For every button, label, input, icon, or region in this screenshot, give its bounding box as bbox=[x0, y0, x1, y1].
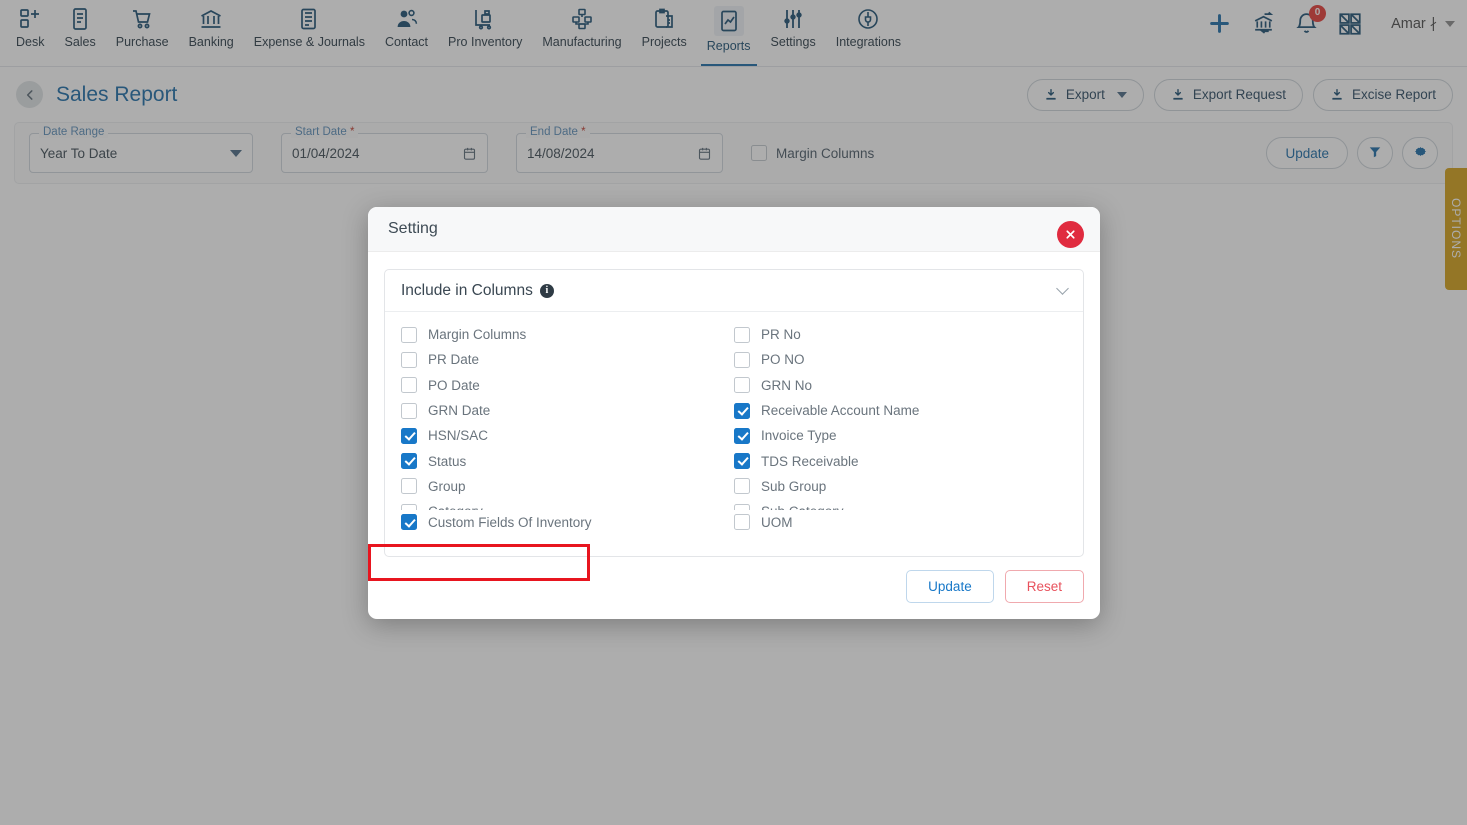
checkbox-label: PO NO bbox=[761, 352, 805, 368]
checkbox-box bbox=[401, 351, 417, 368]
checkbox-box bbox=[734, 326, 750, 343]
checkbox-po-no[interactable]: PO NO bbox=[734, 347, 1067, 372]
checkbox-box bbox=[734, 478, 750, 495]
checkbox-label: Margin Columns bbox=[428, 327, 527, 343]
modal-update-button[interactable]: Update bbox=[906, 569, 994, 603]
checkbox-label: GRN No bbox=[761, 377, 813, 393]
pinned-right-col: UOM bbox=[734, 510, 1067, 535]
checkbox-group[interactable]: Group bbox=[401, 474, 734, 499]
checkbox-box bbox=[734, 377, 750, 394]
checkbox-box bbox=[401, 478, 417, 495]
pinned-left-col: Custom Fields Of Inventory bbox=[401, 510, 734, 535]
checkbox-label: Invoice Type bbox=[761, 428, 837, 444]
checkbox-box bbox=[401, 402, 417, 419]
accordion-header[interactable]: Include in Columns i bbox=[385, 270, 1083, 312]
checkbox-tds-receivable[interactable]: TDS Receivable bbox=[734, 448, 1067, 473]
checkbox-label: PO Date bbox=[428, 377, 480, 393]
modal-footer: Update Reset bbox=[368, 559, 1100, 619]
checkbox-label: Custom Fields Of Inventory bbox=[428, 514, 592, 530]
modal-reset-label: Reset bbox=[1026, 578, 1062, 594]
checkbox-hsn-sac[interactable]: HSN/SAC bbox=[401, 423, 734, 448]
chevron-down-icon[interactable] bbox=[1056, 282, 1069, 295]
modal-header: Setting bbox=[368, 207, 1100, 252]
checkbox-pr-no[interactable]: PR No bbox=[734, 322, 1067, 347]
modal-body: Include in Columns i Margin Columns PR D… bbox=[368, 252, 1100, 581]
checkbox-sub-group[interactable]: Sub Group bbox=[734, 474, 1067, 499]
checkbox-column-right: PR No PO NO GRN No Receivable Account Na… bbox=[734, 322, 1067, 524]
pinned-checkbox-row: Custom Fields Of Inventory UOM bbox=[385, 509, 1083, 535]
accordion-body: Margin Columns PR Date PO Date GRN Date … bbox=[385, 312, 1083, 556]
include-in-columns-accordion: Include in Columns i Margin Columns PR D… bbox=[384, 269, 1084, 557]
checkbox-invoice-type[interactable]: Invoice Type bbox=[734, 423, 1067, 448]
checkbox-label: GRN Date bbox=[428, 403, 491, 419]
checkbox-box bbox=[734, 351, 750, 368]
checkbox-label: Sub Group bbox=[761, 478, 827, 494]
checkbox-label: PR Date bbox=[428, 352, 480, 368]
checkbox-uom[interactable]: UOM bbox=[734, 510, 1067, 535]
checkbox-box bbox=[401, 326, 417, 343]
checkbox-columns: Margin Columns PR Date PO Date GRN Date … bbox=[385, 322, 1083, 524]
checkbox-label: UOM bbox=[761, 514, 793, 530]
checkbox-receivable-account-name[interactable]: Receivable Account Name bbox=[734, 398, 1067, 423]
checkbox-label: Receivable Account Name bbox=[761, 403, 920, 419]
modal-update-label: Update bbox=[928, 578, 972, 594]
checkbox-custom-fields-of-inventory[interactable]: Custom Fields Of Inventory bbox=[401, 510, 734, 535]
checkbox-label: Group bbox=[428, 478, 466, 494]
checkbox-box bbox=[401, 427, 417, 444]
checkbox-label: HSN/SAC bbox=[428, 428, 489, 444]
info-icon[interactable]: i bbox=[539, 283, 554, 298]
close-icon[interactable] bbox=[1057, 221, 1084, 248]
checkbox-grn-no[interactable]: GRN No bbox=[734, 373, 1067, 398]
accordion-title-group: Include in Columns i bbox=[401, 282, 554, 300]
checkbox-column-left: Margin Columns PR Date PO Date GRN Date … bbox=[401, 322, 734, 524]
checkbox-grn-date[interactable]: GRN Date bbox=[401, 398, 734, 423]
checkbox-label: PR No bbox=[761, 327, 801, 343]
checkbox-box bbox=[401, 377, 417, 394]
modal-reset-button[interactable]: Reset bbox=[1004, 569, 1084, 603]
checkbox-box bbox=[401, 453, 417, 470]
checkbox-box bbox=[734, 453, 750, 470]
setting-modal: Setting Include in Columns i Margin Colu… bbox=[368, 207, 1100, 619]
checkbox-box bbox=[734, 514, 750, 531]
checkbox-status[interactable]: Status bbox=[401, 448, 734, 473]
checkbox-box bbox=[734, 427, 750, 444]
checkbox-margin-columns[interactable]: Margin Columns bbox=[401, 322, 734, 347]
checkbox-label: TDS Receivable bbox=[761, 453, 859, 469]
accordion-title: Include in Columns bbox=[401, 281, 533, 299]
checkbox-pr-date[interactable]: PR Date bbox=[401, 347, 734, 372]
checkbox-label: Status bbox=[428, 453, 467, 469]
checkbox-box bbox=[734, 402, 750, 419]
modal-title: Setting bbox=[388, 220, 438, 237]
checkbox-box bbox=[401, 514, 417, 531]
checkbox-po-date[interactable]: PO Date bbox=[401, 373, 734, 398]
